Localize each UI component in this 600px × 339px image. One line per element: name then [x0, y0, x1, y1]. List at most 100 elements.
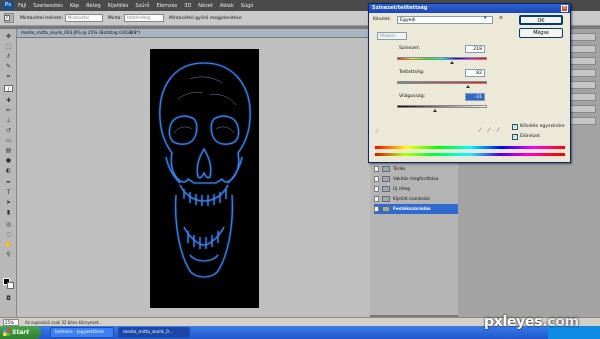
ok-button[interactable]: OK [519, 15, 563, 25]
gradient-tool-icon[interactable]: ▤ [4, 147, 13, 154]
dodge-tool-icon[interactable]: ◐ [4, 167, 13, 174]
shape-tool-icon[interactable]: ▮ [4, 209, 13, 216]
eyedropper-minus-icon[interactable]: ⁄ [495, 128, 501, 134]
preset-menu-icon[interactable]: ≡ [499, 16, 503, 21]
history-item-label: Kijelölt csonkolás [393, 196, 430, 202]
history-item[interactable]: Vakítás megfordítása [374, 174, 458, 184]
lightness-input[interactable]: -31 [465, 93, 485, 101]
menu-analysis[interactable]: Elemzés [156, 3, 177, 9]
hand-tool-icon[interactable]: ✋ [4, 241, 13, 248]
start-label: Start [12, 329, 30, 336]
menu-select[interactable]: Kijelölés [108, 3, 129, 9]
menu-filter[interactable]: Szűrő [135, 3, 149, 9]
chevron-down-icon: ▾ [484, 16, 487, 21]
history-checkbox[interactable] [374, 186, 379, 192]
3d-rotate-icon[interactable]: ◎ [4, 221, 13, 228]
hue-saturation-dialog: Színezet/telítettség × Készlet: Egyedi ▾… [368, 3, 571, 163]
crop-tool-icon[interactable]: ⌗ [4, 73, 13, 80]
start-button[interactable]: Start [0, 326, 41, 339]
channel-select[interactable]: Master [377, 32, 407, 40]
history-step-icon [382, 186, 390, 192]
lightness-slider[interactable] [397, 105, 487, 108]
path-select-icon[interactable]: ➤ [4, 199, 13, 206]
quick-mask-icon[interactable]: ◘ [4, 295, 13, 302]
eraser-tool-icon[interactable]: ▭ [4, 137, 13, 144]
type-tool-icon[interactable]: T [4, 189, 13, 196]
history-brush-icon[interactable]: ↺ [4, 127, 13, 134]
canvas[interactable] [150, 49, 259, 308]
hue-slider-thumb[interactable] [449, 61, 454, 64]
saturation-slider-thumb[interactable] [466, 85, 471, 88]
sample-size-select[interactable]: Mintavétel [64, 14, 103, 22]
sample-select[interactable]: Háttérréteg [123, 14, 164, 22]
colorize-checkbox[interactable]: ✓ [512, 124, 518, 130]
close-document-icon[interactable]: × [129, 30, 133, 36]
hue-label: Színezet: [399, 46, 420, 51]
history-checkbox[interactable] [374, 166, 379, 172]
taskbar-item-notepad[interactable]: befelem - Jegyzettömb [50, 327, 114, 338]
menu-layer[interactable]: Réteg [86, 3, 101, 9]
menu-view[interactable]: Nézet [198, 3, 212, 9]
zoom-field[interactable]: 25% [3, 318, 19, 326]
history-step-icon [382, 196, 390, 202]
hand-adjust-icon[interactable]: ☝ [375, 128, 379, 135]
lightness-slider-thumb[interactable] [432, 109, 437, 112]
eyedropper-plus-icon[interactable]: ⁄ [486, 128, 492, 134]
menu-edit[interactable]: Szerkesztés [33, 3, 63, 9]
quick-select-tool-icon[interactable]: ✎ [4, 63, 13, 70]
blur-tool-icon[interactable]: ● [4, 157, 13, 164]
close-icon[interactable]: × [561, 5, 568, 12]
healing-brush-icon[interactable]: ✚ [4, 97, 13, 104]
eyedropper-icon[interactable]: ⁄ [477, 128, 483, 134]
history-step-icon [382, 206, 390, 212]
history-checkbox[interactable] [374, 176, 379, 182]
show-ring-label: Mintavételi gyűrű megjelenítése [168, 15, 242, 21]
show-ring-checkbox[interactable]: ✓ [4, 15, 10, 21]
saturation-input[interactable]: 82 [465, 69, 485, 77]
windows-logo-icon [3, 329, 10, 336]
document-tab[interactable]: medio_mitta_skulls_003.JPG @ 25% (Betűta… [17, 29, 370, 38]
history-step-icon [382, 166, 390, 172]
cancel-button[interactable]: Mégse [519, 28, 563, 38]
saturation-label: Telítettség: [399, 70, 425, 75]
clone-stamp-icon[interactable]: ⊥ [4, 117, 13, 124]
hue-slider[interactable] [397, 57, 487, 60]
history-panel: Törlés Vakítás megfordítása Új réteg Kij… [370, 160, 458, 315]
marquee-tool-icon[interactable]: ⬚ [4, 43, 13, 50]
saturation-slider[interactable] [397, 81, 487, 84]
3d-orbit-icon[interactable]: ◌ [4, 231, 13, 238]
sample-label: Minta: [107, 15, 122, 21]
preview-checkbox[interactable]: ✓ [512, 134, 518, 140]
menu-file[interactable]: Fájl [18, 3, 26, 9]
history-item-label: Törlés [393, 166, 406, 172]
lasso-tool-icon[interactable]: ℓ [4, 53, 13, 60]
history-step-icon [382, 176, 390, 182]
photoshop-logo: Ps [2, 1, 14, 10]
taskbar-item-photoshop[interactable]: medio_mitta_skulls_0... [118, 327, 190, 338]
document-window: medio_mitta_skulls_003.JPG @ 25% (Betűta… [17, 29, 370, 317]
menu-image[interactable]: Kép [70, 3, 79, 9]
watermark-text: pxleyes [484, 314, 543, 330]
skull-image [159, 62, 251, 278]
history-checkbox[interactable] [374, 206, 379, 212]
pen-tool-icon[interactable]: ✒ [4, 179, 13, 186]
zoom-tool-icon[interactable]: ⚲ [4, 251, 13, 258]
history-checkbox[interactable] [374, 196, 379, 202]
sample-size-label: Mintavétel mérete: [20, 15, 63, 21]
eyedropper-icon[interactable]: / [4, 85, 13, 93]
move-tool-icon[interactable]: ✥ [4, 33, 13, 40]
menu-3d[interactable]: 3D [184, 3, 191, 9]
history-item[interactable]: Törlés [374, 164, 458, 174]
preset-select[interactable]: Egyedi [397, 16, 493, 24]
menu-window[interactable]: Ablak [220, 3, 234, 9]
history-item[interactable]: Új réteg [374, 184, 458, 194]
input-spectrum-bar [375, 146, 565, 149]
background-color-swatch[interactable] [7, 282, 14, 289]
history-item-active[interactable]: Festékszóródás [374, 204, 458, 214]
menu-help[interactable]: Súgó [241, 3, 254, 9]
hue-input[interactable]: 218 [465, 45, 485, 53]
history-item[interactable]: Kijelölt csonkolás [374, 194, 458, 204]
history-item-label: Új réteg [393, 186, 411, 192]
brush-tool-icon[interactable]: ✏ [4, 107, 13, 114]
toolbox: ✥ ⬚ ℓ ✎ ⌗ / ✚ ✏ ⊥ ↺ ▭ ▤ ● ◐ ✒ T ➤ ▮ ◎ ◌ … [0, 29, 17, 319]
